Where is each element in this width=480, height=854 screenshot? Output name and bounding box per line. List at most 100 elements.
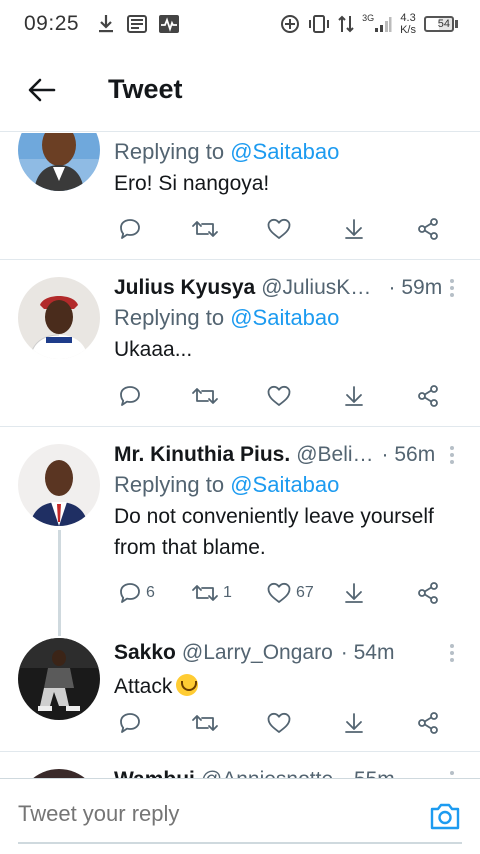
activity-notification-icon: [159, 15, 180, 33]
reply-button[interactable]: 6: [118, 581, 155, 605]
tweet-header: Julius Kyusya @JuliusKy… · 59m: [114, 273, 462, 303]
like-button[interactable]: 67: [266, 581, 314, 605]
tweet-actions: [118, 214, 458, 244]
mention-link[interactable]: @Saitabao: [230, 305, 339, 330]
status-bar: 09:25 3G 4.3 K/s 54: [0, 0, 480, 48]
tweet-text: Do not conveniently leave yourself from …: [114, 505, 434, 559]
mention-link[interactable]: @Saitabao: [230, 139, 339, 164]
comment-bubble-icon: [120, 713, 140, 733]
tweet-header: Sakko @Larry_Ongaro · 54m: [114, 638, 462, 668]
like-button[interactable]: [266, 384, 296, 408]
download-button[interactable]: [342, 384, 366, 408]
mention-link[interactable]: @Saitabao: [230, 472, 339, 497]
share-button[interactable]: [416, 581, 440, 605]
avatar[interactable]: [18, 133, 100, 191]
retweet-icon: [192, 715, 218, 731]
share-nodes-icon: [418, 712, 438, 734]
network-speed-unit: K/s: [400, 24, 416, 36]
author-name[interactable]: Wambui: [114, 768, 195, 778]
retweet-button[interactable]: 1: [191, 581, 232, 605]
tweet-actions: [118, 381, 458, 411]
more-vertical-icon[interactable]: [442, 279, 462, 297]
like-button[interactable]: [266, 217, 296, 241]
tweet-item[interactable]: Mr. Kinuthia Pius. @Beli… · 56m Replying…: [0, 428, 480, 636]
reply-input[interactable]: [18, 801, 408, 827]
avatar[interactable]: [18, 444, 100, 526]
tweet-item[interactable]: Sakko @Larry_Ongaro · 54m Attack: [0, 636, 480, 752]
page-title: Tweet: [108, 74, 183, 104]
battery-level: 54: [424, 16, 454, 32]
share-button[interactable]: [416, 711, 440, 735]
tweet-text: Attack: [114, 671, 462, 702]
camera-icon: [430, 803, 460, 830]
share-nodes-icon: [418, 385, 438, 407]
download-arrow-icon: [345, 386, 363, 406]
retweet-icon: [192, 585, 218, 601]
tweet-item[interactable]: Replying to @Saitabao Ero! Si nangoya!: [0, 133, 480, 260]
share-button[interactable]: [416, 384, 440, 408]
signal-icon: 3G: [362, 13, 392, 33]
replying-to: Replying to @Saitabao: [114, 139, 340, 164]
tweet-item[interactable]: Wambui @Anniesnotte · 55m: [0, 753, 480, 778]
tweet-actions: 6 1 67: [118, 578, 458, 608]
retweet-icon: [192, 388, 218, 404]
news-notification-icon: [127, 15, 148, 33]
like-count: 67: [296, 584, 314, 601]
reply-count: 6: [146, 584, 155, 601]
tweet-header: Wambui @Anniesnotte · 55m: [114, 765, 462, 778]
download-arrow-icon: [345, 219, 363, 239]
download-button[interactable]: [342, 217, 366, 241]
avatar[interactable]: [18, 638, 100, 720]
status-time: 09:25: [24, 12, 80, 35]
author-name[interactable]: Mr. Kinuthia Pius.: [114, 443, 290, 467]
download-arrow-icon: [345, 583, 363, 603]
retweet-count: 1: [223, 584, 232, 601]
tweet-actions: [118, 708, 458, 738]
back-button[interactable]: [0, 48, 84, 132]
retweet-button[interactable]: [191, 711, 223, 735]
tweet-item[interactable]: Julius Kyusya @JuliusKy… · 59m Replying …: [0, 261, 480, 427]
more-vertical-icon[interactable]: [442, 771, 462, 778]
avatar[interactable]: [18, 769, 100, 778]
laughing-emoji-icon: [176, 674, 199, 696]
author-handle[interactable]: @Larry_Ongaro: [182, 641, 333, 665]
avatar[interactable]: [18, 277, 100, 359]
camera-button[interactable]: [428, 799, 462, 833]
tweet-text: Ukaaa...: [114, 338, 193, 361]
more-vertical-icon[interactable]: [442, 446, 462, 464]
network-type: 3G: [362, 13, 375, 23]
app-header: Tweet: [0, 48, 480, 132]
data-transfer-icon: [338, 14, 354, 34]
battery-icon: 54: [424, 16, 458, 32]
reply-underline: [18, 842, 462, 844]
tweet-time: · 54m: [340, 641, 395, 664]
reply-button[interactable]: [118, 217, 146, 241]
like-button[interactable]: [266, 711, 296, 735]
thread-line: [58, 530, 61, 636]
replies-feed[interactable]: Replying to @Saitabao Ero! Si nangoya! J…: [0, 133, 480, 778]
share-button[interactable]: [416, 217, 440, 241]
share-nodes-icon: [418, 218, 438, 240]
heart-icon: [267, 582, 291, 603]
author-handle[interactable]: @Beli…: [296, 443, 373, 467]
more-vertical-icon[interactable]: [442, 644, 462, 662]
reply-bar: [0, 778, 480, 854]
heart-icon: [267, 385, 291, 406]
author-handle[interactable]: @Anniesnotte: [201, 768, 333, 778]
author-handle[interactable]: @JuliusKy…: [261, 276, 380, 300]
replying-to: Replying to @Saitabao: [114, 305, 340, 330]
network-speed: 4.3 K/s: [400, 12, 416, 36]
retweet-button[interactable]: [191, 217, 223, 241]
vibrate-icon: [308, 14, 330, 34]
author-name[interactable]: Sakko: [114, 641, 176, 665]
download-notification-icon: [97, 14, 115, 34]
retweet-button[interactable]: [191, 384, 223, 408]
reply-button[interactable]: [118, 711, 146, 735]
download-button[interactable]: [342, 581, 366, 605]
author-name[interactable]: Julius Kyusya: [114, 276, 255, 300]
tweet-text: Ero! Si nangoya!: [114, 172, 270, 195]
tweet-header: Mr. Kinuthia Pius. @Beli… · 56m: [114, 440, 462, 470]
download-button[interactable]: [342, 711, 366, 735]
reply-button[interactable]: [118, 384, 146, 408]
heart-icon: [267, 218, 291, 239]
